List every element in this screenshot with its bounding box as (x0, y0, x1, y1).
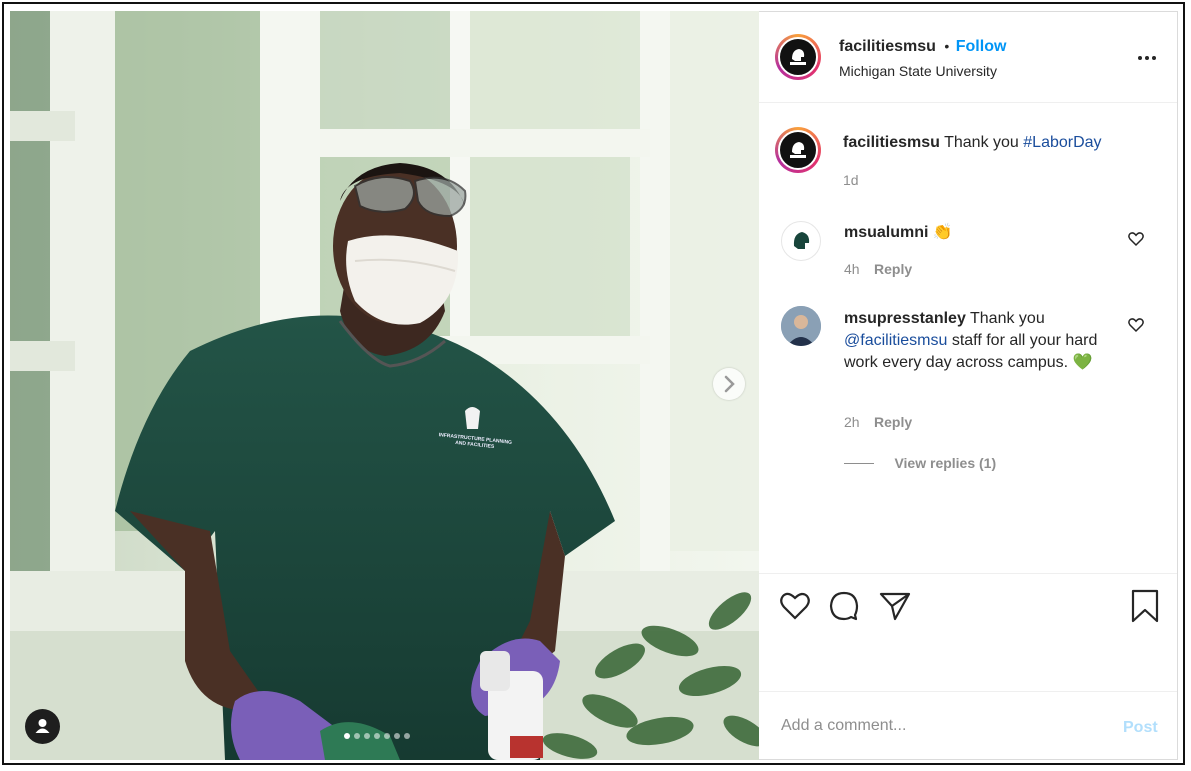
action-bar (759, 573, 1177, 692)
spartan-logo-icon (790, 49, 806, 65)
post-media[interactable]: INFRASTRUCTURE PLANNING AND FACILITIES (10, 11, 759, 760)
comment-emoji: 👏 (932, 224, 953, 241)
caption-body: Thank you (944, 134, 1019, 151)
caption-avatar[interactable] (775, 127, 821, 173)
post-comment-button[interactable]: Post (1123, 719, 1158, 737)
post-username[interactable]: facilitiesmsu (839, 38, 936, 55)
caption-time[interactable]: 1d (843, 172, 859, 188)
more-options-button[interactable] (1135, 48, 1159, 68)
caption-text: facilitiesmsu Thank you #LaborDay (843, 132, 1102, 154)
carousel-dot[interactable] (384, 733, 390, 739)
carousel-dot[interactable] (344, 733, 350, 739)
comment-composer: Post (759, 691, 1177, 762)
carousel-dot[interactable] (374, 733, 380, 739)
next-arrow-icon (724, 375, 735, 393)
separator-dot: • (944, 38, 950, 54)
comment-icon[interactable] (829, 591, 859, 621)
reply-button[interactable]: Reply (874, 414, 912, 430)
reply-button[interactable]: Reply (874, 261, 912, 277)
add-comment-input[interactable] (779, 716, 1083, 736)
comment-time[interactable]: 4h (844, 261, 860, 277)
replies-divider-line (844, 463, 874, 465)
comment-like-heart-icon[interactable] (1127, 316, 1145, 334)
person-photo (781, 306, 821, 346)
hashtag-link[interactable]: #LaborDay (1023, 134, 1101, 151)
heart-icon[interactable] (779, 591, 811, 621)
spartan-logo-icon (790, 142, 806, 158)
carousel-dot[interactable] (354, 733, 360, 739)
view-replies-button[interactable]: View replies (1) (844, 455, 996, 473)
next-arrow-button[interactable] (713, 368, 745, 400)
carousel-dot[interactable] (404, 733, 410, 739)
post-photo (10, 11, 759, 760)
post-panel: facilitiesmsu • Follow Michigan State Un… (759, 11, 1178, 760)
follow-button[interactable]: Follow (956, 38, 1007, 55)
user-tag-icon (35, 719, 50, 733)
more-icon (1138, 56, 1156, 60)
carousel-dot[interactable] (364, 733, 370, 739)
avatar[interactable] (775, 34, 821, 80)
comment-like-heart-icon[interactable] (1127, 230, 1145, 248)
post-header: facilitiesmsu • Follow Michigan State Un… (759, 12, 1177, 103)
share-icon[interactable] (879, 591, 911, 621)
comment-username[interactable]: msualumni (844, 224, 928, 241)
comment-emoji: 💚 (1072, 354, 1093, 371)
carousel-dot[interactable] (394, 733, 400, 739)
comment-avatar[interactable] (781, 221, 821, 261)
mention-link[interactable]: @facilitiesmsu (844, 332, 947, 349)
comment-text: msupresstanley Thank you @facilitiesmsu … (844, 310, 1098, 371)
comment-time[interactable]: 2h (844, 414, 860, 430)
spartan-logo-icon (793, 232, 810, 249)
bookmark-icon[interactable] (1131, 589, 1159, 623)
user-tag-button[interactable] (25, 709, 60, 744)
caption-username[interactable]: facilitiesmsu (843, 134, 940, 151)
comment-avatar[interactable] (781, 306, 821, 346)
comment-username[interactable]: msupresstanley (844, 310, 966, 327)
carousel-dots (344, 733, 410, 741)
post-location[interactable]: Michigan State University (839, 63, 997, 79)
